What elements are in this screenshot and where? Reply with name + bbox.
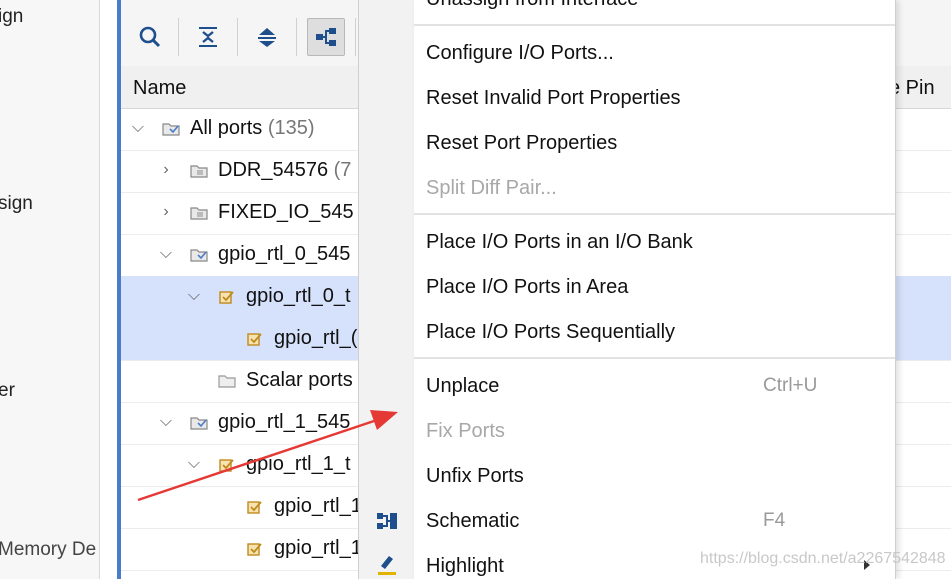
tree-row-label: gpio_rtl_1	[274, 537, 362, 559]
chevron-right-icon[interactable]: ›	[156, 202, 176, 222]
context-menu: Unassign from Interface Configure I/O Po…	[414, 0, 896, 579]
chevron-down-icon[interactable]: ⌵	[156, 412, 176, 432]
menu-item-split-diff-pair[interactable]: Split Diff Pair...	[426, 177, 557, 200]
tree-row-label: All ports (135)	[190, 117, 315, 139]
menu-item-unplace[interactable]: Unplace	[426, 375, 499, 398]
shortcut-unplace: Ctrl+U	[763, 375, 818, 396]
search-icon	[139, 26, 161, 48]
menu-item-place-in-io-bank[interactable]: Place I/O Ports in an I/O Bank	[426, 231, 693, 254]
nav-item-memory[interactable]: Memory De	[0, 539, 96, 561]
bus-port-icon	[219, 291, 234, 304]
port-icon	[247, 501, 262, 514]
tree-row-label: gpio_rtl_(	[274, 327, 358, 349]
left-navigation: ign sign er Memory De	[0, 0, 100, 579]
menu-item-place-in-area[interactable]: Place I/O Ports in Area	[426, 276, 628, 299]
hierarchy-icon	[316, 28, 336, 46]
menu-item-fix-ports[interactable]: Fix Ports	[426, 420, 505, 443]
collapse-all-button[interactable]	[189, 18, 227, 56]
port-group-icon	[162, 123, 180, 136]
context-menu-icon-gutter	[358, 0, 415, 579]
collapse-all-icon	[199, 27, 217, 47]
tree-row-label: Scalar ports	[246, 369, 353, 391]
port-group-icon	[190, 417, 208, 430]
menu-item-schematic[interactable]: Schematic	[426, 510, 519, 533]
port-group-icon	[190, 165, 208, 178]
shortcut-schematic: F4	[763, 510, 786, 531]
watermark: https://blog.csdn.net/a2267542848	[700, 550, 946, 567]
chevron-down-icon[interactable]: ⌵	[184, 286, 204, 306]
nav-item-design-1[interactable]: ign	[0, 6, 23, 28]
tree-row-label: gpio_rtl_0_t	[246, 285, 351, 307]
nav-item-er[interactable]: er	[0, 380, 15, 402]
menu-item-place-sequentially[interactable]: Place I/O Ports Sequentially	[426, 321, 675, 344]
menu-item-highlight[interactable]: Highlight	[426, 555, 504, 578]
chevron-down-icon[interactable]: ⌵	[128, 118, 148, 138]
folder-icon	[218, 375, 236, 388]
expand-all-button[interactable]	[248, 18, 286, 56]
chevron-down-icon[interactable]: ⌵	[184, 454, 204, 474]
menu-item-reset-invalid-port-properties[interactable]: Reset Invalid Port Properties	[426, 87, 681, 110]
menu-item-unfix-ports[interactable]: Unfix Ports	[426, 465, 524, 488]
chevron-right-icon[interactable]: ›	[156, 160, 176, 180]
tree-row-label: DDR_54576 (7	[218, 159, 352, 181]
expand-all-icon	[258, 28, 276, 47]
menu-item-reset-port-properties[interactable]: Reset Port Properties	[426, 132, 617, 155]
search-button[interactable]	[131, 18, 169, 56]
port-group-icon	[190, 207, 208, 220]
group-by-interface-button[interactable]	[307, 18, 345, 56]
column-header-name[interactable]: Name	[133, 77, 186, 100]
port-icon	[247, 543, 262, 556]
tree-row-label: gpio_rtl_1_545	[218, 411, 351, 433]
tree-row-label: FIXED_IO_545	[218, 201, 354, 223]
highlight-icon	[378, 556, 396, 575]
tree-row-label: gpio_rtl_1_t	[246, 453, 351, 475]
bus-port-icon	[219, 459, 234, 472]
tree-row-label: gpio_rtl_0_545	[218, 243, 351, 265]
port-group-icon	[190, 249, 208, 262]
menu-item-unassign-interface[interactable]: Unassign from Interface	[426, 0, 638, 11]
tree-row-label: gpio_rtl_1	[274, 495, 362, 517]
schematic-icon	[377, 513, 397, 529]
menu-item-configure-io-ports[interactable]: Configure I/O Ports...	[426, 42, 614, 65]
port-icon	[247, 333, 262, 346]
chevron-down-icon[interactable]: ⌵	[156, 244, 176, 264]
nav-item-design-2[interactable]: sign	[0, 193, 33, 215]
